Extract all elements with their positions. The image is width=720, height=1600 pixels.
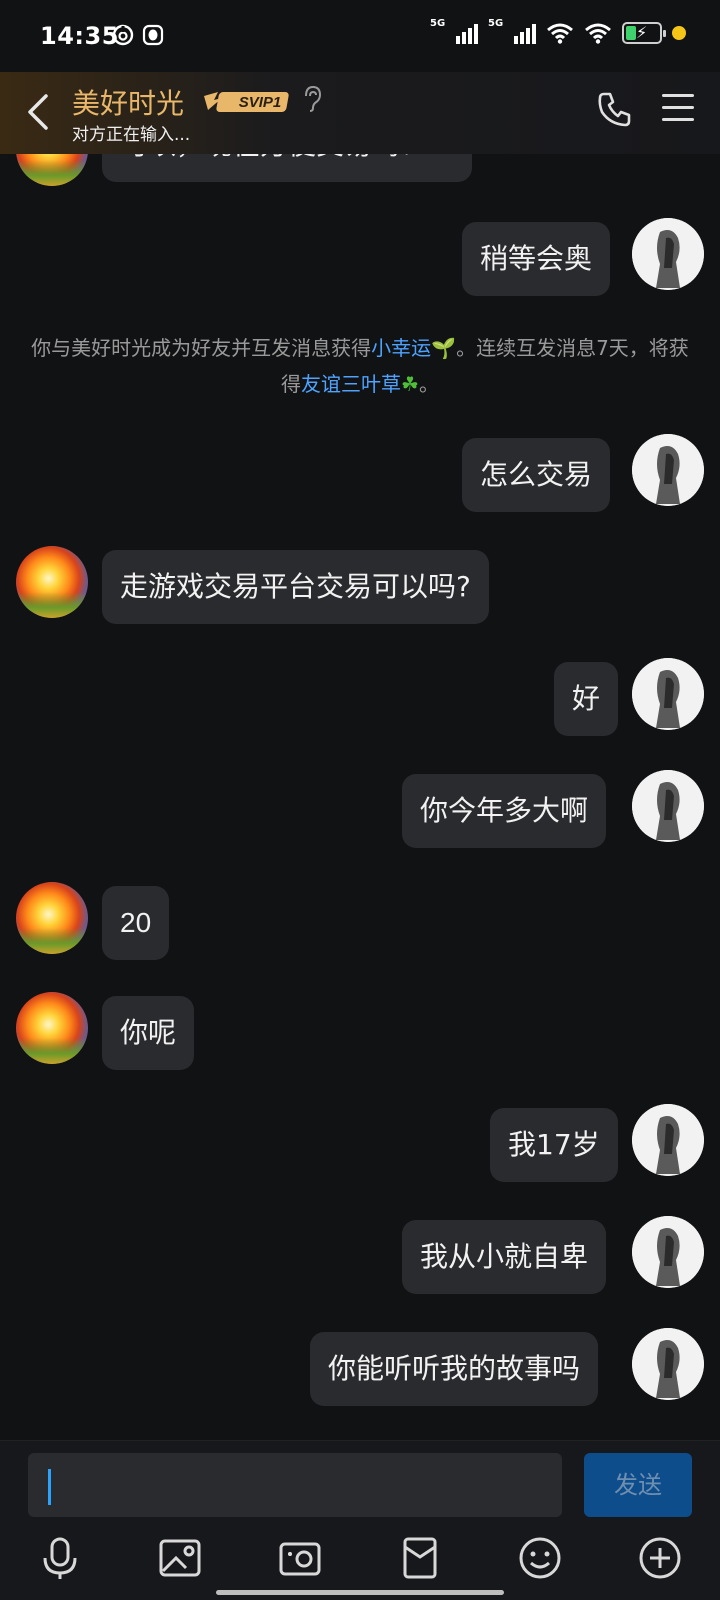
image-icon[interactable] — [158, 1536, 202, 1580]
my-avatar[interactable] — [632, 1328, 704, 1400]
message-bubble-right[interactable]: 稍等会奥 — [462, 222, 611, 296]
recording-indicator-dot — [672, 26, 686, 40]
home-indicator[interactable] — [216, 1590, 504, 1595]
app-notification-icon — [112, 24, 134, 46]
text-caret — [48, 1469, 51, 1505]
typing-status: 对方正在输入... — [72, 125, 191, 145]
input-bar: 发送 — [0, 1440, 720, 1520]
message-bubble-right[interactable]: 你能听听我的故事吗 — [310, 1332, 599, 1406]
contact-avatar[interactable] — [16, 154, 88, 186]
message-bubble-left[interactable]: 走游戏交易平台交易可以吗? — [102, 550, 489, 624]
phone-call-icon[interactable] — [596, 90, 632, 130]
contact-name[interactable]: 美好时光 — [72, 82, 184, 122]
back-icon[interactable] — [20, 90, 56, 134]
message-input[interactable] — [28, 1453, 562, 1517]
camera-icon[interactable] — [278, 1536, 322, 1580]
status-bar: 14:35 5G 5G ⚡ — [0, 0, 720, 72]
my-avatar[interactable] — [632, 218, 704, 290]
message-bubble-right[interactable]: 好 — [554, 662, 619, 736]
wifi-2-icon — [585, 23, 611, 44]
signal-1-icon: 5G — [430, 18, 478, 44]
message-bubble-right[interactable]: 怎么交易 — [462, 438, 611, 512]
svg-text:SVIP1: SVIP1 — [239, 94, 282, 111]
bottom-toolbar — [0, 1520, 720, 1600]
qq-notification-icon — [142, 24, 164, 46]
ear-mode-icon[interactable] — [300, 84, 324, 114]
send-button[interactable]: 发送 — [584, 1453, 692, 1517]
message-list[interactable]: 可以，现在方便交易吗？ 稍等会奥 你与美好时光成为好友并互发消息获得小幸运🌱。连… — [0, 154, 720, 1440]
plus-icon[interactable] — [638, 1536, 682, 1580]
my-avatar[interactable] — [632, 1216, 704, 1288]
contact-avatar[interactable] — [16, 992, 88, 1064]
message-bubble-left[interactable]: 20 — [102, 886, 170, 960]
contact-avatar[interactable] — [16, 546, 88, 618]
message-bubble-left[interactable]: 可以，现在方便交易吗？ — [102, 154, 472, 182]
emoji-icon[interactable] — [518, 1536, 562, 1580]
sprout-icon: 🌱 — [431, 336, 457, 360]
svip-badge[interactable]: SVIP1 — [200, 88, 292, 114]
my-avatar[interactable] — [632, 770, 704, 842]
status-right-icons: 5G 5G ⚡ — [430, 18, 686, 44]
status-time: 14:35 — [40, 22, 119, 50]
my-avatar[interactable] — [632, 1104, 704, 1176]
red-packet-icon[interactable] — [398, 1536, 442, 1580]
menu-icon[interactable] — [662, 94, 694, 124]
microphone-icon[interactable] — [38, 1536, 82, 1580]
my-avatar[interactable] — [632, 434, 704, 506]
wifi-1-icon — [547, 23, 573, 44]
message-bubble-right[interactable]: 你今年多大啊 — [402, 774, 607, 848]
system-message: 你与美好时光成为好友并互发消息获得小幸运🌱。连续互发消息7天，将获得友谊三叶草☘… — [31, 336, 689, 396]
message-bubble-right[interactable]: 我从小就自卑 — [402, 1220, 607, 1294]
xiaoxingyun-link[interactable]: 小幸运 — [371, 336, 431, 360]
battery-charging-icon: ⚡ — [622, 22, 666, 44]
contact-avatar[interactable] — [16, 882, 88, 954]
friendship-clover-link[interactable]: 友谊三叶草 — [301, 372, 401, 396]
signal-2-icon: 5G — [488, 18, 536, 44]
my-avatar[interactable] — [632, 658, 704, 730]
message-bubble-right[interactable]: 我17岁 — [490, 1108, 618, 1182]
chat-header: 美好时光 SVIP1 对方正在输入... — [0, 72, 720, 154]
message-bubble-left[interactable]: 你呢 — [102, 996, 195, 1070]
status-left-icons — [112, 24, 164, 46]
clover-icon: ☘ — [401, 372, 419, 396]
